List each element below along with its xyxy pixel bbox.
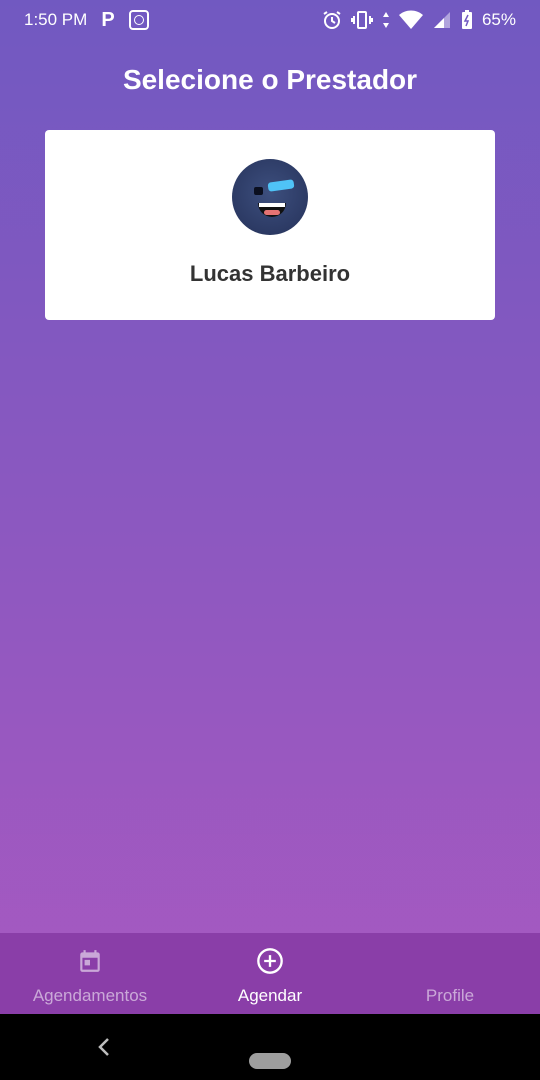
status-left: 1:50 PM P (24, 0, 149, 40)
tab-profile-label: Profile (425, 986, 475, 1005)
battery-percent: 65% (481, 10, 516, 29)
app-notification-icon (128, 10, 149, 30)
system-nav-bar (0, 1014, 540, 1080)
tab-profile[interactable]: Profile (360, 933, 540, 1014)
tab-agendamentos-label: Agendamentos (32, 986, 148, 1005)
signal-icon (432, 10, 452, 30)
tab-agendamentos[interactable]: Agendamentos (0, 933, 180, 1014)
home-pill-button[interactable] (249, 1053, 291, 1069)
status-bar: 1:50 PM P 65% (0, 0, 540, 40)
vibrate-icon (350, 10, 373, 30)
wifi-icon (398, 10, 423, 30)
alarm-icon (322, 10, 342, 30)
status-right: 65% (322, 0, 516, 40)
provider-card[interactable]: Lucas Barbeiro (45, 130, 495, 320)
add-circle-icon (256, 947, 284, 975)
bottom-nav: Agendamentos Agendar Profile (0, 933, 540, 1014)
battery-icon (461, 10, 473, 30)
provider-avatar (232, 159, 308, 235)
page-title: Selecione o Prestador (122, 64, 418, 95)
tab-agendar-label: Agendar (237, 986, 303, 1005)
status-time: 1:50 PM (24, 10, 88, 29)
parking-icon: P (101, 8, 115, 31)
provider-name: Lucas Barbeiro (189, 261, 351, 286)
tab-agendar[interactable]: Agendar (180, 933, 360, 1014)
data-arrows-icon (382, 10, 390, 30)
back-chevron-icon[interactable] (92, 1034, 116, 1060)
calendar-icon (77, 947, 103, 975)
